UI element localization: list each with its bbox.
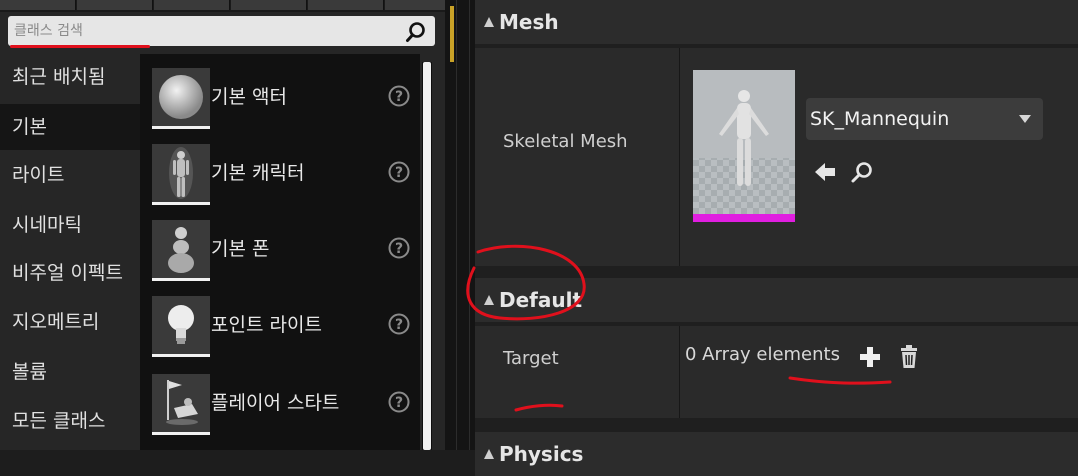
tab[interactable]	[385, 0, 446, 10]
item-label: 기본 폰	[211, 238, 270, 260]
svg-text:?: ?	[395, 241, 403, 257]
section-header-mesh[interactable]: Mesh	[475, 0, 1078, 44]
category-volumes[interactable]: 볼륨	[0, 349, 140, 395]
details-panel: Mesh Skeletal Mesh SK_Mannequin Default …	[475, 0, 1078, 476]
category-list: 최근 배치됨 기본 라이트 시네마틱 비주얼 이펙트 지오메트리 볼륨 모든 클…	[0, 54, 140, 450]
placement-panel: 최근 배치됨 기본 라이트 시네마틱 비주얼 이펙트 지오메트리 볼륨 모든 클…	[0, 0, 446, 450]
category-all-classes[interactable]: 모든 클래스	[0, 398, 140, 444]
trash-icon[interactable]	[899, 345, 919, 369]
item-label: 기본 캐릭터	[211, 162, 305, 184]
help-icon[interactable]: ?	[388, 237, 410, 259]
category-visual-effects[interactable]: 비주얼 이펙트	[0, 250, 140, 296]
collapse-triangle-icon[interactable]	[484, 295, 494, 305]
column-divider[interactable]	[679, 48, 680, 266]
search-box[interactable]	[8, 16, 435, 46]
list-item[interactable]: 플레이어 스타트 ?	[140, 374, 420, 450]
category-basic[interactable]: 기본	[0, 104, 140, 150]
tab[interactable]	[231, 0, 307, 10]
use-selected-arrow-icon[interactable]	[813, 160, 837, 184]
active-tab-indicator	[450, 6, 454, 62]
mesh-thumbnail[interactable]	[693, 70, 795, 222]
tab[interactable]	[77, 0, 153, 10]
list-item[interactable]: 기본 액터 ?	[140, 68, 420, 144]
skeletal-mesh-combo[interactable]: SK_Mannequin	[806, 98, 1043, 140]
splitter-handle[interactable]	[456, 0, 470, 450]
tab[interactable]	[0, 0, 76, 10]
category-recent[interactable]: 최근 배치됨	[0, 54, 140, 100]
svg-text:?: ?	[395, 317, 403, 333]
list-item[interactable]: 기본 폰 ?	[140, 220, 420, 296]
add-element-icon[interactable]	[859, 346, 881, 368]
category-cinematic[interactable]: 시네마틱	[0, 202, 140, 248]
search-input[interactable]	[14, 19, 394, 43]
character-icon	[152, 144, 210, 205]
lightbulb-icon	[152, 296, 210, 357]
help-icon[interactable]: ?	[388, 85, 410, 107]
collapse-triangle-icon[interactable]	[484, 449, 494, 459]
combo-value: SK_Mannequin	[810, 108, 950, 130]
pawn-icon	[152, 220, 210, 281]
column-divider[interactable]	[679, 326, 680, 418]
property-name: Skeletal Mesh	[503, 131, 628, 152]
chevron-down-icon[interactable]	[1019, 115, 1031, 123]
svg-text:?: ?	[395, 165, 403, 181]
player-start-icon	[152, 374, 210, 435]
help-icon[interactable]: ?	[388, 391, 410, 413]
array-element-count: 0 Array elements	[685, 344, 840, 365]
sphere-icon	[152, 68, 210, 129]
actor-list: 기본 액터 ? 기본 캐릭터 ? 기본 폰 ? 포인트 라이트 ? 플레이어 스…	[140, 54, 420, 450]
category-lights[interactable]: 라이트	[0, 152, 140, 198]
list-item[interactable]: 포인트 라이트 ?	[140, 296, 420, 372]
asset-type-bar	[693, 214, 795, 222]
section-header-physics[interactable]: Physics	[475, 432, 1078, 476]
property-name: Target	[503, 348, 559, 369]
category-geometry[interactable]: 지오메트리	[0, 299, 140, 345]
tab[interactable]	[154, 0, 230, 10]
list-item[interactable]: 기본 캐릭터 ?	[140, 144, 420, 220]
section-title: Physics	[499, 442, 584, 466]
item-label: 플레이어 스타트	[211, 392, 340, 414]
search-icon[interactable]	[405, 21, 427, 43]
help-icon[interactable]: ?	[388, 161, 410, 183]
svg-text:?: ?	[395, 89, 403, 105]
section-title: Mesh	[499, 10, 559, 34]
item-label: 포인트 라이트	[211, 314, 322, 336]
section-header-default[interactable]: Default	[475, 278, 1078, 322]
property-row-target: Target	[475, 326, 1078, 418]
svg-text:?: ?	[395, 395, 403, 411]
annotation-underline	[10, 45, 150, 48]
help-icon[interactable]: ?	[388, 313, 410, 335]
collapse-triangle-icon[interactable]	[484, 17, 494, 27]
scrollbar-thumb[interactable]	[423, 62, 431, 450]
item-label: 기본 액터	[211, 86, 287, 108]
tab[interactable]	[308, 0, 384, 10]
section-title: Default	[499, 288, 583, 312]
tab-strip	[0, 0, 446, 12]
browse-search-icon[interactable]	[850, 160, 874, 184]
